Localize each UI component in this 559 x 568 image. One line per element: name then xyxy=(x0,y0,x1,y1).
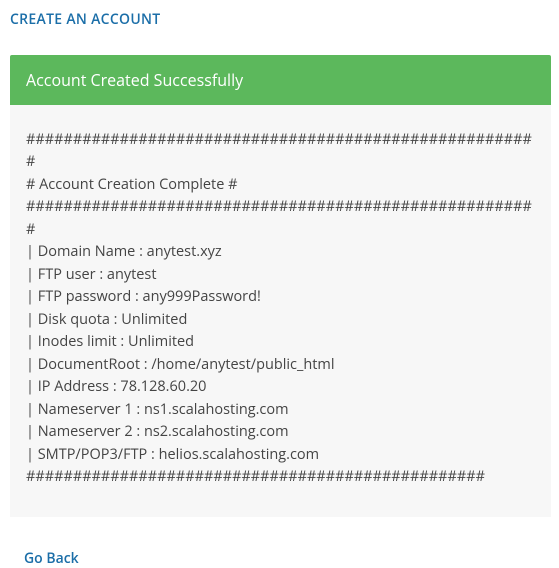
success-banner: Account Created Successfully xyxy=(10,55,551,105)
creation-output: ########################################… xyxy=(10,105,551,517)
page-title: CREATE AN ACCOUNT xyxy=(10,10,551,29)
go-back-link[interactable]: Go Back xyxy=(24,549,79,568)
